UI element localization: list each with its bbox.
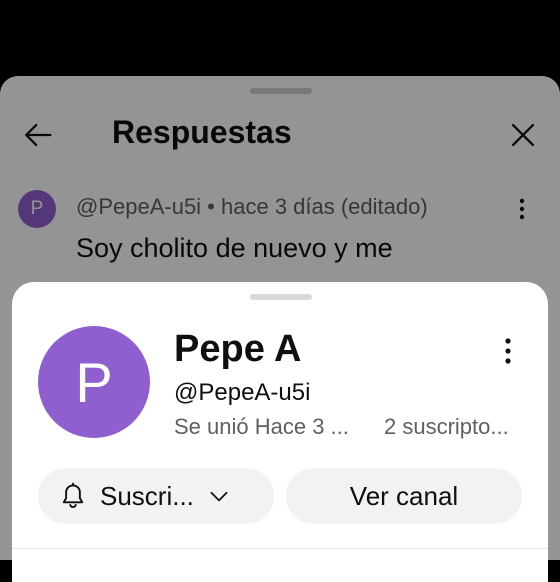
divider [12,548,548,549]
sheet-drag-handle[interactable] [250,294,312,300]
chevron-down-icon [210,491,228,502]
view-channel-button[interactable]: Ver canal [286,468,522,524]
subscribe-label: Suscri... [100,480,194,511]
profile-subscriber-count: 2 suscripto... [384,414,509,439]
profile-joined-date: Se unió Hace 3 ... [174,414,349,439]
more-vert-icon[interactable] [496,336,520,366]
avatar[interactable]: P [38,326,150,438]
subscribe-button[interactable]: Suscri... [38,468,274,524]
profile-handle: @PepeA-u5i [174,379,311,406]
view-channel-label: Ver canal [349,480,459,511]
profile-sheet: P Pepe A @PepeA-u5i Se unió Hace 3 ... 2… [12,282,548,582]
profile-name: Pepe A [174,328,302,370]
bell-icon [62,482,84,508]
